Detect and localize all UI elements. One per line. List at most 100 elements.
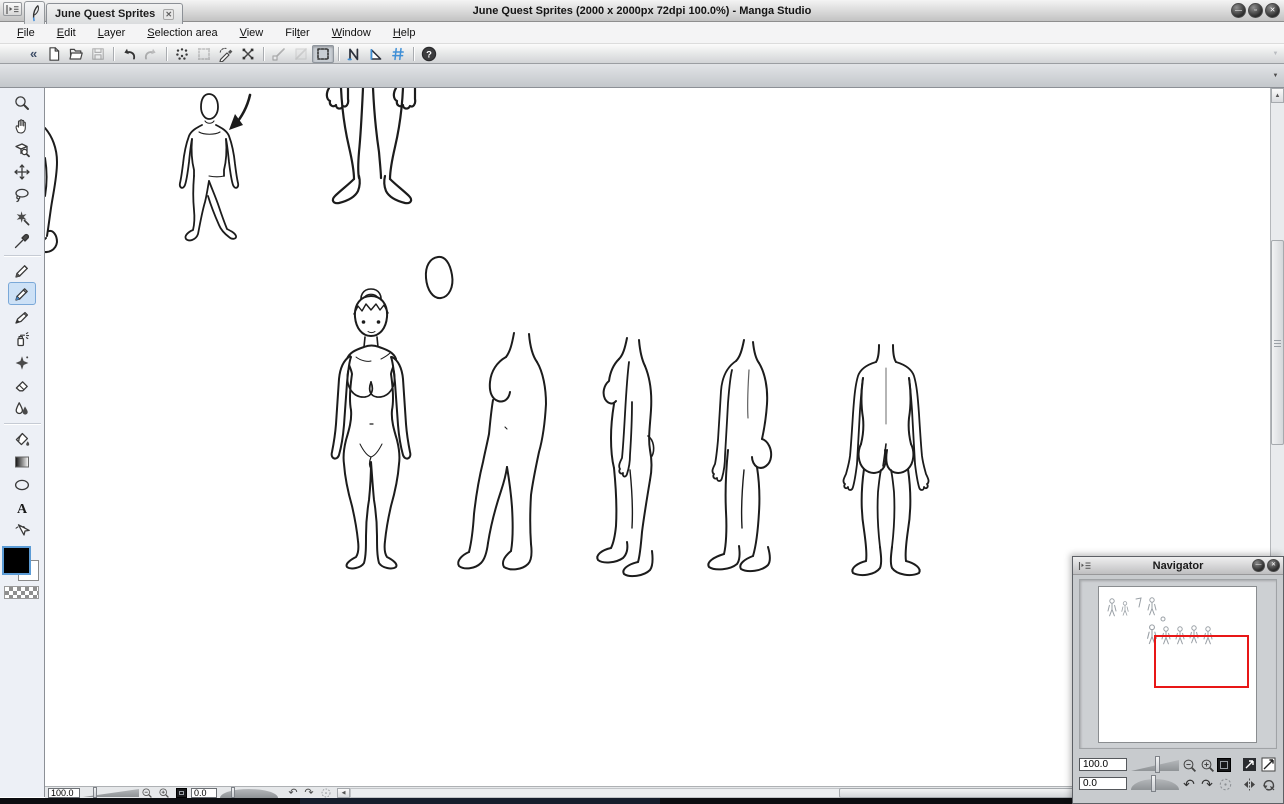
navigator-panel: Navigator — ✕ [1072, 556, 1284, 804]
lasso-tool[interactable] [8, 183, 36, 206]
navigator-reset-rotation-button[interactable] [1217, 777, 1233, 792]
quick-select-button[interactable] [215, 45, 237, 63]
rotation-input[interactable] [191, 788, 217, 798]
menu-item-window[interactable]: Window [321, 24, 382, 42]
rotate-canvas-tool[interactable] [8, 137, 36, 160]
reselect-button[interactable] [193, 45, 215, 63]
object-select-tool[interactable] [8, 519, 36, 542]
move-layer-tool[interactable] [8, 160, 36, 183]
zoom-input[interactable] [48, 788, 80, 798]
pencil-tool[interactable] [8, 259, 36, 282]
rotation-slider[interactable] [220, 789, 278, 798]
scale-selection-button[interactable] [237, 45, 259, 63]
menu-item-edit[interactable]: Edit [46, 24, 87, 42]
navigator-thumbnail[interactable] [1098, 586, 1257, 743]
help-button[interactable]: ? [418, 45, 440, 63]
minimize-button[interactable]: — [1231, 3, 1246, 18]
shape-tool[interactable] [8, 473, 36, 496]
pen-icon [13, 285, 31, 303]
navigator-expand-view-button[interactable] [1241, 757, 1257, 772]
navigator-controls: — ✕ [1252, 559, 1280, 572]
transparent-color-swatch[interactable] [4, 586, 39, 599]
navigator-fit-button[interactable] [1217, 758, 1231, 772]
navigator-close-button[interactable]: ✕ [1267, 559, 1280, 572]
open-button[interactable] [65, 45, 87, 63]
rotation-slider-handle[interactable] [231, 787, 235, 798]
separator [166, 47, 167, 61]
snap-to-special-ruler-button[interactable] [365, 45, 387, 63]
text-tool[interactable]: A [8, 496, 36, 519]
deselect-button[interactable] [171, 45, 193, 63]
menu-label-post: ayer [104, 27, 125, 39]
navigator-zoom-out-button[interactable] [1181, 758, 1197, 773]
airbrush-tool[interactable] [8, 328, 36, 351]
navigator-rotation-slider-handle[interactable] [1151, 775, 1156, 792]
panel-menu-icon[interactable] [1078, 561, 1092, 571]
menu-label-post: er [300, 27, 310, 39]
navigator-zoom-input[interactable] [1079, 758, 1127, 771]
navigator-full-view-button[interactable] [1260, 757, 1276, 772]
navigator-view-rectangle[interactable] [1154, 635, 1249, 688]
navigator-header[interactable]: Navigator — ✕ [1073, 557, 1283, 575]
hand-tool[interactable] [8, 114, 36, 137]
menu-item-file[interactable]: File [6, 24, 46, 42]
navigator-reset-display-button[interactable] [1260, 777, 1276, 792]
snap-to-ruler-button[interactable] [343, 45, 365, 63]
navigator-rotate-cw-button[interactable]: ↷ [1199, 777, 1215, 792]
toolbar-overflow-button[interactable]: ▼ [1269, 46, 1282, 62]
separator [4, 255, 41, 256]
navigator-flip-horizontal-button[interactable] [1241, 777, 1257, 792]
close-button[interactable]: ✕ [1265, 3, 1280, 18]
show-selection-border-button[interactable] [312, 45, 334, 63]
blend-tool[interactable] [8, 397, 36, 420]
fit-to-window-button[interactable] [176, 788, 187, 798]
snap-to-grid-button[interactable] [387, 45, 409, 63]
vertical-scrollbar-thumb[interactable] [1271, 240, 1284, 445]
pen-tool[interactable] [8, 282, 36, 305]
zoom-slider-handle[interactable] [93, 787, 97, 798]
ellipse-icon [13, 476, 31, 494]
tab-overflow-button[interactable]: ▼ [1269, 68, 1282, 84]
zoom-out-icon [1182, 758, 1197, 773]
palette-menu-button[interactable] [3, 2, 22, 16]
pattern-brush-tool[interactable] [8, 351, 36, 374]
gradient-tool[interactable] [8, 450, 36, 473]
menu-label-post: iew [247, 27, 264, 39]
panel-menu-icon [5, 4, 20, 15]
redo-button[interactable] [140, 45, 162, 63]
document-tab[interactable]: June Quest Sprites ✕ [46, 3, 183, 24]
collapse-toolbar-button[interactable]: « [30, 45, 37, 63]
menu-item-layer[interactable]: Layer [87, 24, 137, 42]
separator [4, 423, 41, 424]
tools-palette-tab[interactable] [24, 1, 45, 24]
menu-item-help[interactable]: Help [382, 24, 427, 42]
restore-button[interactable]: ▫ [1248, 3, 1263, 18]
zoom-tool[interactable] [8, 91, 36, 114]
new-page-button[interactable] [43, 45, 65, 63]
navigator-minimize-button[interactable]: — [1252, 559, 1265, 572]
save-button[interactable] [87, 45, 109, 63]
eyedropper-tool[interactable] [8, 229, 36, 252]
undo-button[interactable] [118, 45, 140, 63]
fill-tool[interactable] [8, 427, 36, 450]
menu-item-view[interactable]: View [229, 24, 275, 42]
zoom-in-icon [1200, 758, 1215, 773]
convert-fill-button[interactable] [290, 45, 312, 63]
convert-line-button[interactable] [268, 45, 290, 63]
marker-tool[interactable] [8, 305, 36, 328]
scroll-up-button[interactable]: ▲ [1271, 88, 1284, 103]
menu-item-selection-area[interactable]: Selection area [136, 24, 228, 42]
navigator-rotate-ccw-button[interactable]: ↶ [1181, 777, 1197, 792]
eraser-tool[interactable] [8, 374, 36, 397]
navigator-zoom-slider-handle[interactable] [1155, 756, 1160, 773]
navigator-rotation-input[interactable] [1079, 777, 1127, 790]
gradient-icon [13, 453, 31, 471]
foreground-color-swatch[interactable] [4, 548, 29, 573]
save-icon [90, 46, 106, 62]
navigator-zoom-in-button[interactable] [1199, 758, 1215, 773]
magic-wand-tool[interactable] [8, 206, 36, 229]
zoom-slider[interactable] [83, 789, 139, 797]
menu-item-filter[interactable]: Filter [274, 24, 320, 42]
scroll-left-button[interactable]: ◀ [337, 788, 350, 798]
tab-close-button[interactable]: ✕ [163, 9, 174, 20]
